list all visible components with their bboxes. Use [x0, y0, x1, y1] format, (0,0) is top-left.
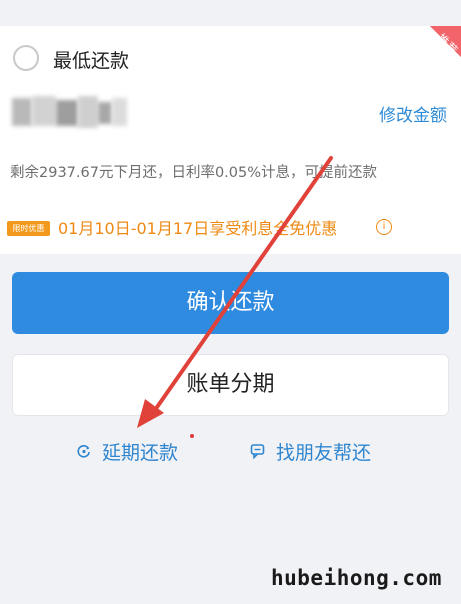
refresh-icon — [76, 443, 92, 459]
recommend-ribbon: 推荐 — [417, 26, 461, 70]
remaining-balance-note: 剩余2937.67元下月还，日利率0.05%计息，可提前还款 — [10, 165, 378, 181]
repayment-option-card: 推荐 最低还款 修改金额 剩余2937.67元下月还，日利率0.05%计息，可提… — [0, 26, 461, 254]
extend-repayment-link[interactable]: 延期还款 — [76, 434, 194, 466]
promotion-text: 01月10日-01月17日享受利息全免优惠 — [58, 219, 338, 238]
bill-installment-button[interactable]: 账单分期 — [12, 354, 449, 416]
amount-value-blurred — [12, 96, 127, 128]
limited-offer-badge: 限时优惠 — [7, 221, 50, 236]
notification-dot — [190, 434, 194, 438]
watermark: hubeihong.com — [271, 566, 442, 590]
friend-help-link[interactable]: 找朋友帮还 — [250, 436, 371, 466]
modify-amount-link[interactable]: 修改金额 — [379, 101, 447, 126]
repayment-page: 推荐 最低还款 修改金额 剩余2937.67元下月还，日利率0.05%计息，可提… — [0, 0, 461, 604]
minimum-repayment-radio[interactable] — [13, 45, 39, 71]
confirm-repayment-button[interactable]: 确认还款 — [12, 272, 449, 334]
recommend-badge: 推荐 — [434, 31, 461, 58]
friend-help-label: 找朋友帮还 — [276, 441, 372, 464]
info-icon[interactable]: i — [376, 219, 392, 235]
extend-repayment-label: 延期还款 — [102, 441, 179, 464]
chat-icon — [250, 443, 266, 460]
minimum-repayment-label: 最低还款 — [53, 50, 130, 72]
